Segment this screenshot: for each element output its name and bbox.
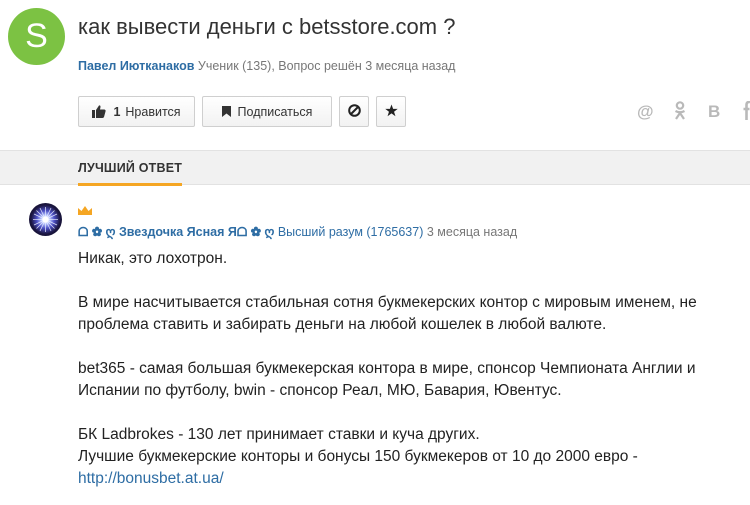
answer-paragraph: Никак, это лохотрон. — [78, 250, 228, 267]
like-count: 1 — [113, 104, 121, 119]
share-mail-button[interactable]: @ — [637, 102, 654, 122]
block-button[interactable] — [339, 96, 369, 127]
answer-body: Никак, это лохотрон. В мире насчитываетс… — [78, 248, 738, 490]
answer-paragraph: Лучшие букмекерские конторы и бонусы 150… — [78, 448, 638, 465]
question-meta-text: Ученик (135), Вопрос решён 3 месяца наза… — [197, 59, 456, 73]
answer-link-line: http://bonusbet.at.ua/ — [78, 468, 738, 490]
tab-best-answer[interactable]: ЛУЧШИЙ ОТВЕТ — [78, 161, 182, 175]
answer-meta: ᗝ ✿ ღ Звездочка Ясная Яᗝ ✿ ღ Высший разу… — [78, 224, 517, 240]
answer-paragraph: БК Ladbrokes - 130 лет принимает ставки … — [78, 426, 480, 443]
like-button[interactable]: 1 Нравится — [78, 96, 195, 127]
bonusbet-link[interactable]: http://bonusbet.at.ua/ — [78, 470, 224, 487]
crown-icon — [78, 203, 92, 221]
fb-icon — [743, 100, 750, 120]
share-vk-button[interactable]: В — [708, 102, 720, 122]
question-title: как вывести деньги с betsstore.com ? — [78, 14, 456, 39]
tab-active-indicator — [78, 183, 182, 186]
answer-author-link[interactable]: ᗝ ✿ ღ Звездочка Ясная Яᗝ ✿ ღ — [78, 225, 274, 239]
answer-author-rank[interactable]: Высший разум (1765637) — [278, 225, 424, 239]
share-fb-button[interactable] — [743, 100, 750, 125]
answer-paragraph: bet365 - самая большая букмекерская конт… — [78, 360, 696, 399]
block-icon — [347, 103, 361, 120]
starburst-icon — [33, 207, 58, 232]
question-author-avatar[interactable]: S — [8, 8, 65, 65]
ok-icon — [674, 101, 686, 120]
subscribe-button[interactable]: Подписаться — [202, 96, 332, 127]
star-icon — [384, 104, 398, 120]
favorite-button[interactable] — [376, 96, 406, 127]
answer-paragraph: В мире насчитывается стабильная сотня бу… — [78, 294, 697, 333]
answer-author-avatar[interactable] — [29, 203, 62, 236]
page: S как вывести деньги с betsstore.com ? П… — [0, 0, 750, 505]
subscribe-label: Подписаться — [237, 104, 313, 119]
like-label: Нравится — [125, 104, 181, 119]
thumbs-up-icon — [92, 105, 107, 118]
bookmark-icon — [221, 106, 231, 117]
answer-time: 3 месяца назад — [426, 225, 518, 239]
question-author-link[interactable]: Павел Иютканаков — [78, 59, 194, 73]
share-ok-button[interactable] — [674, 101, 686, 125]
question-meta: Павел Иютканаков Ученик (135), Вопрос ре… — [78, 59, 455, 73]
answers-tabbar: ЛУЧШИЙ ОТВЕТ — [0, 150, 750, 186]
